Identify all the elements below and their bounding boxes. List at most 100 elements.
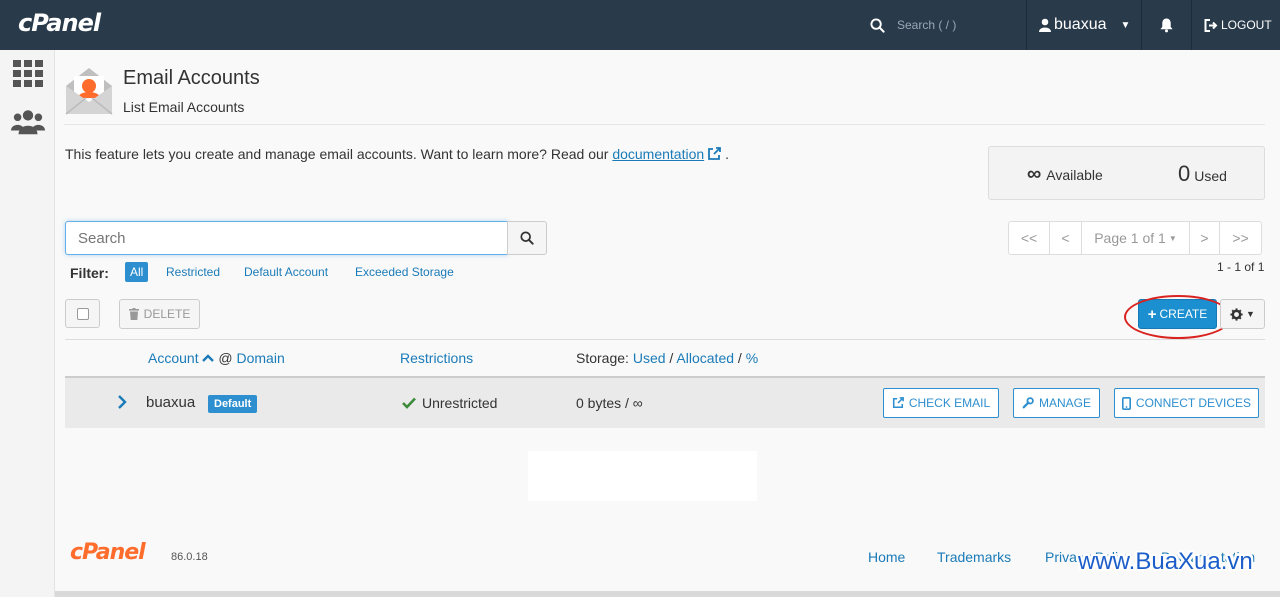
logout-button[interactable]: LOGOUT xyxy=(1191,0,1280,50)
intro-text: This feature lets you create and manage … xyxy=(65,146,729,162)
at-symbol: @ xyxy=(218,350,233,366)
table-row: buaxua Default Unrestricted 0 bytes / ∞ … xyxy=(65,378,1265,428)
select-all-checkbox[interactable] xyxy=(65,299,100,328)
manage-label: MANAGE xyxy=(1038,396,1091,410)
username: buaxua xyxy=(1054,16,1107,33)
column-storage: Storage: Used / Allocated / % xyxy=(576,350,758,366)
top-bar: cPanel Search ( / ) buaxua ▼ LOGOUT xyxy=(0,0,1280,50)
account-stats: ∞ Available 0 Used xyxy=(988,146,1265,200)
nav-tools[interactable] xyxy=(11,58,45,88)
page-subtitle: List Email Accounts xyxy=(123,99,245,115)
sort-allocated[interactable]: Allocated xyxy=(676,350,734,366)
sort-domain[interactable]: Domain xyxy=(236,350,284,366)
first-page-button[interactable]: << xyxy=(1008,221,1050,255)
settings-dropdown[interactable]: ▼ xyxy=(1220,299,1265,329)
storage-label: Storage: xyxy=(576,350,629,366)
checkbox-box xyxy=(76,307,89,320)
stat-available: ∞ Available xyxy=(1027,163,1103,186)
filter-label: Filter: xyxy=(70,265,109,281)
wrench-icon xyxy=(1022,397,1034,409)
table-top-border xyxy=(65,339,1265,340)
sort-restrictions[interactable]: Restrictions xyxy=(400,350,473,366)
chevron-down-icon: ▼ xyxy=(1168,233,1177,243)
mobile-icon xyxy=(1121,396,1131,410)
manage-button[interactable]: MANAGE xyxy=(1013,388,1100,418)
users-icon xyxy=(11,110,45,135)
bell-icon xyxy=(1160,18,1173,33)
restriction-status: Unrestricted xyxy=(402,395,497,411)
storage-usage: 0 bytes / ∞ xyxy=(576,395,643,411)
separator: / xyxy=(737,350,742,366)
sort-percent[interactable]: % xyxy=(746,350,758,366)
blank-panel xyxy=(528,451,757,501)
restriction-label: Unrestricted xyxy=(422,395,498,411)
header-divider xyxy=(64,124,1265,125)
filter-restricted[interactable]: Restricted xyxy=(166,265,220,279)
delete-button[interactable]: DELETE xyxy=(119,299,200,329)
footer-link-home[interactable]: Home xyxy=(868,549,905,565)
separator: / xyxy=(669,350,674,366)
search-icon xyxy=(870,17,885,33)
check-icon xyxy=(402,397,416,409)
notifications-button[interactable] xyxy=(1141,0,1191,50)
check-email-button[interactable]: CHECK EMAIL xyxy=(883,388,999,418)
connect-devices-button[interactable]: CONNECT DEVICES xyxy=(1114,388,1259,418)
intro-end: . xyxy=(725,146,729,162)
filter-default-account[interactable]: Default Account xyxy=(244,265,328,279)
chevron-down-icon: ▼ xyxy=(1120,19,1131,31)
chevron-right-icon xyxy=(118,395,127,409)
connect-devices-label: CONNECT DEVICES xyxy=(1135,396,1252,410)
gear-icon xyxy=(1230,307,1243,321)
top-search[interactable]: Search ( / ) xyxy=(870,0,1025,50)
nav-users[interactable] xyxy=(11,107,45,137)
footer-version: 86.0.18 xyxy=(171,551,208,563)
stat-used: 0 Used xyxy=(1178,161,1227,187)
page-title: Email Accounts xyxy=(123,67,260,89)
logout-icon xyxy=(1204,18,1218,32)
available-value: ∞ xyxy=(1027,163,1042,185)
used-value: 0 xyxy=(1178,161,1191,186)
filter-exceeded-storage[interactable]: Exceeded Storage xyxy=(355,265,454,279)
external-link-icon xyxy=(892,397,904,409)
external-link-icon xyxy=(708,147,722,160)
prev-page-button[interactable]: < xyxy=(1049,221,1082,255)
last-page-button[interactable]: >> xyxy=(1219,221,1262,255)
search-button[interactable] xyxy=(507,221,547,255)
intro-body: This feature lets you create and manage … xyxy=(65,146,613,162)
grid-icon xyxy=(13,59,43,87)
documentation-link[interactable]: documentation xyxy=(612,146,704,162)
watermark: www.BuaXua.vn xyxy=(1078,548,1253,575)
logout-label: LOGOUT xyxy=(1221,18,1272,32)
default-badge: Default xyxy=(208,395,258,413)
column-account-domain: Account @ Domain xyxy=(148,350,285,366)
top-search-placeholder: Search ( / ) xyxy=(897,18,957,32)
next-page-button[interactable]: > xyxy=(1189,221,1220,255)
trash-icon xyxy=(128,308,139,320)
page-select[interactable]: Page 1 of 1 ▼ xyxy=(1081,221,1190,255)
expand-row-button[interactable] xyxy=(117,394,127,413)
pagination: << < Page 1 of 1 ▼ > >> xyxy=(1008,221,1262,255)
available-label: Available xyxy=(1046,167,1103,183)
results-range: 1 - 1 of 1 xyxy=(1217,260,1265,274)
user-icon xyxy=(1039,18,1051,32)
search-input[interactable] xyxy=(65,221,508,255)
search-icon xyxy=(520,231,534,245)
footer-link-trademarks[interactable]: Trademarks xyxy=(937,549,1011,565)
email-accounts-icon xyxy=(64,66,114,119)
filter-all[interactable]: All xyxy=(125,262,149,282)
sort-account[interactable]: Account xyxy=(148,350,199,366)
check-email-label: CHECK EMAIL xyxy=(908,396,991,410)
user-menu[interactable]: buaxua ▼ xyxy=(1026,0,1141,50)
page-label: Page 1 of 1 xyxy=(1094,230,1166,246)
account-name: buaxua xyxy=(146,394,196,411)
chevron-down-icon: ▼ xyxy=(1246,309,1255,319)
left-nav xyxy=(0,50,55,597)
footer-bottom-bar xyxy=(55,591,1280,597)
used-label: Used xyxy=(1194,168,1227,184)
footer-cpanel-logo: cPanel xyxy=(70,540,146,565)
cpanel-logo[interactable]: cPanel xyxy=(18,9,101,37)
create-highlight-ring xyxy=(1124,295,1232,339)
sort-used[interactable]: Used xyxy=(633,350,666,366)
sort-asc-icon xyxy=(202,354,215,362)
delete-label: DELETE xyxy=(143,307,191,321)
